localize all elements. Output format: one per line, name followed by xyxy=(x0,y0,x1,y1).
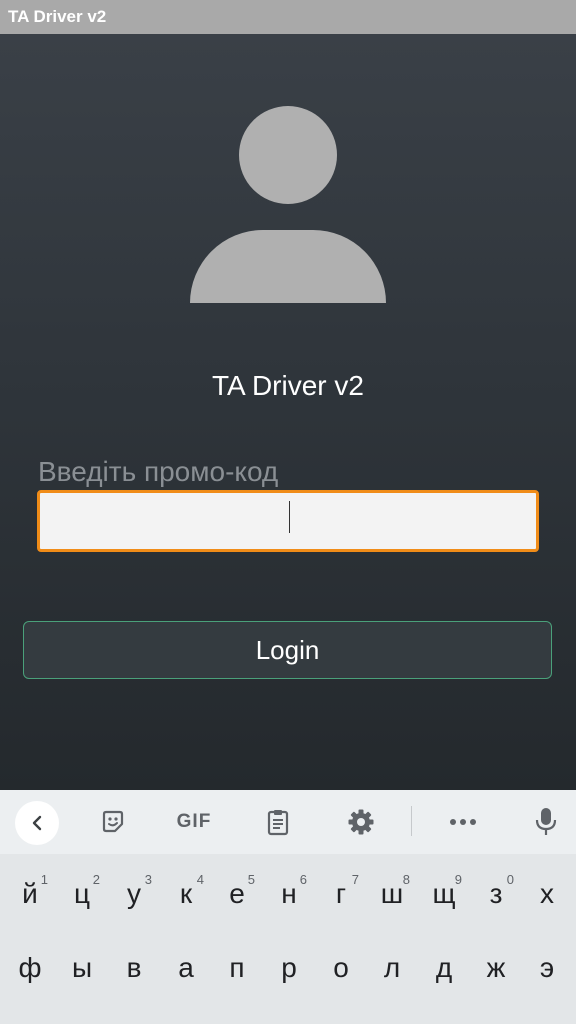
key-hint: 8 xyxy=(402,872,410,887)
key-label: ф xyxy=(18,952,42,983)
key[interactable]: д xyxy=(418,940,470,996)
key-label: к xyxy=(179,878,193,909)
key-hint: 5 xyxy=(247,872,255,887)
key-hint: 4 xyxy=(196,872,204,887)
promo-code-label: Введіть промо-код xyxy=(38,456,279,487)
key-hint: 1 xyxy=(40,872,48,887)
avatar-head xyxy=(239,106,337,204)
key-label: п xyxy=(229,952,245,983)
key[interactable]: г 7 xyxy=(315,866,367,922)
sticker-button[interactable] xyxy=(96,806,130,838)
key-label: л xyxy=(383,952,401,983)
key-label: ж xyxy=(486,952,506,983)
key-hint: 2 xyxy=(92,872,100,887)
key[interactable]: к 4 xyxy=(160,866,212,922)
key-hint: 6 xyxy=(299,872,307,887)
key-label: ш xyxy=(380,878,404,909)
gif-button[interactable]: GIF xyxy=(172,806,216,838)
key-label: э xyxy=(539,952,555,983)
keyboard-back-button[interactable] xyxy=(15,801,59,845)
key-label: р xyxy=(281,952,297,983)
app-content: TA Driver v2 Введіть промо-код Login xyxy=(0,34,576,790)
login-button-label: Login xyxy=(255,634,320,665)
key-label: щ xyxy=(432,878,456,909)
key[interactable]: н 6 xyxy=(263,866,315,922)
voice-input-button[interactable] xyxy=(530,806,562,838)
key[interactable]: а xyxy=(160,940,212,996)
key[interactable]: й 1 xyxy=(4,866,56,922)
key-label: ц xyxy=(73,878,91,909)
key-label: ы xyxy=(71,952,93,983)
key-label: в xyxy=(126,952,142,983)
key-label: н xyxy=(281,878,297,909)
avatar-body xyxy=(190,230,386,303)
key-label: а xyxy=(178,952,194,983)
key[interactable]: ж xyxy=(470,940,522,996)
login-button[interactable]: Login xyxy=(23,621,552,679)
keyboard-keys: й 1 ц 2 у 3 к 4 е 5 н 6 г 7 ш 8 щ 9 з 0 … xyxy=(0,854,576,1024)
key[interactable]: в xyxy=(108,940,160,996)
more-icon xyxy=(450,819,476,825)
key[interactable]: л xyxy=(366,940,418,996)
key[interactable]: х xyxy=(521,866,573,922)
microphone-icon xyxy=(535,808,557,835)
key-label: й xyxy=(22,878,38,909)
more-button[interactable] xyxy=(446,806,480,838)
key[interactable]: у 3 xyxy=(108,866,160,922)
key[interactable]: о xyxy=(315,940,367,996)
key[interactable]: ф xyxy=(4,940,56,996)
key[interactable]: ш 8 xyxy=(366,866,418,922)
key-label: х xyxy=(540,878,554,909)
key-label: д xyxy=(435,952,453,983)
gear-icon xyxy=(348,809,374,835)
settings-button[interactable] xyxy=(344,806,378,838)
sticker-icon xyxy=(102,810,124,833)
keyboard-toolbar: GIF xyxy=(0,790,576,854)
promo-code-input[interactable] xyxy=(37,490,539,552)
gif-label: GIF xyxy=(176,811,212,832)
app-name: TA Driver v2 xyxy=(212,370,364,401)
chevron-left-icon xyxy=(32,815,42,831)
key-label: о xyxy=(333,952,349,983)
key[interactable]: п xyxy=(211,940,263,996)
window-title: TA Driver v2 xyxy=(8,7,107,26)
key-hint: 9 xyxy=(454,872,462,887)
key-label: у xyxy=(127,878,141,909)
avatar-icon xyxy=(190,106,386,303)
key-hint: 0 xyxy=(506,872,514,887)
clipboard-icon xyxy=(267,810,289,836)
key[interactable]: ц 2 xyxy=(56,866,108,922)
key[interactable]: е 5 xyxy=(211,866,263,922)
clipboard-button[interactable] xyxy=(262,806,294,838)
toolbar-divider xyxy=(411,806,412,836)
key-hint: 7 xyxy=(351,872,359,887)
text-cursor xyxy=(289,501,290,533)
key[interactable]: ы xyxy=(56,940,108,996)
key-label: е xyxy=(229,878,245,909)
title-bar: TA Driver v2 xyxy=(0,0,576,34)
key[interactable]: э xyxy=(521,940,573,996)
key-hint: 3 xyxy=(144,872,152,887)
key[interactable]: р xyxy=(263,940,315,996)
key[interactable]: з 0 xyxy=(470,866,522,922)
key-label: з xyxy=(489,878,503,909)
key[interactable]: щ 9 xyxy=(418,866,470,922)
key-label: г xyxy=(335,878,347,909)
